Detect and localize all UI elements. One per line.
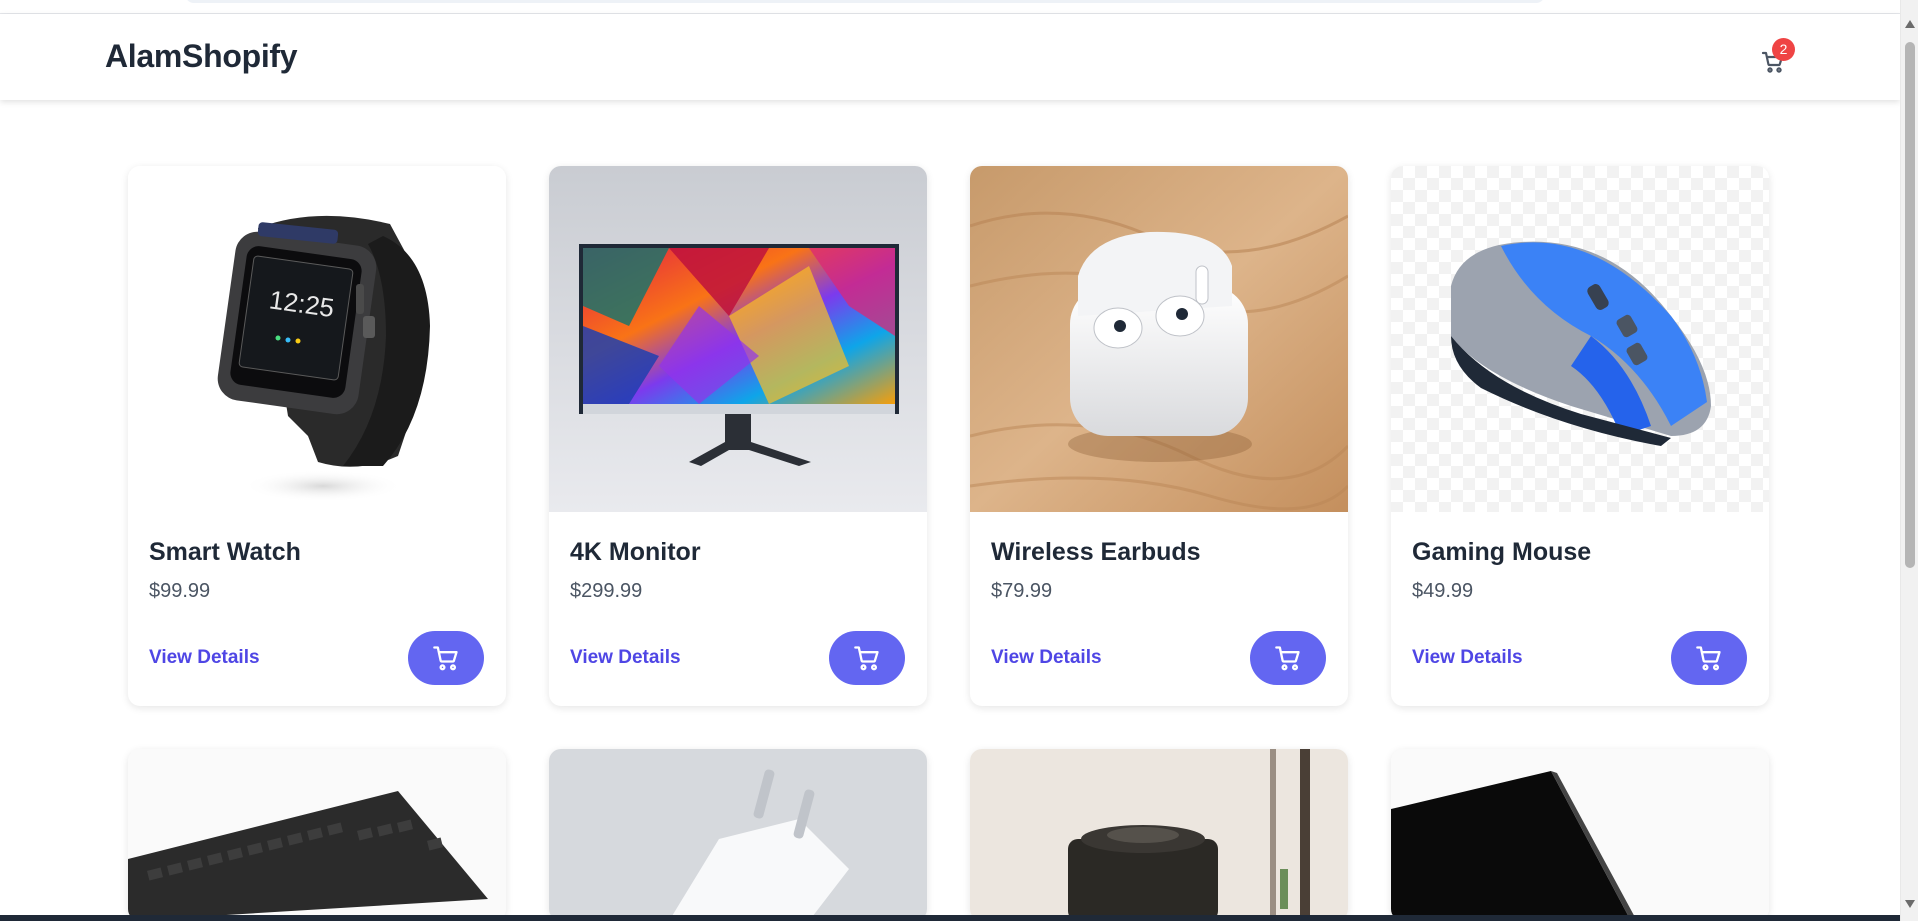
view-details-link[interactable]: View Details — [991, 647, 1102, 669]
add-to-cart-button[interactable] — [408, 631, 484, 685]
add-to-cart-button[interactable] — [829, 631, 905, 685]
mouse-image[interactable] — [1391, 166, 1769, 512]
vertical-scrollbar[interactable] — [1900, 0, 1918, 921]
scroll-up-arrow-icon[interactable] — [1905, 20, 1915, 28]
product-price: $79.99 — [991, 580, 1053, 602]
smart-watch-image[interactable]: 12:25 — [128, 166, 506, 512]
product-name[interactable]: 4K Monitor — [570, 538, 701, 567]
product-name[interactable]: Wireless Earbuds — [991, 538, 1201, 567]
earbuds-image[interactable] — [970, 166, 1348, 512]
product-price: $49.99 — [1412, 580, 1474, 602]
cart-icon — [433, 646, 458, 671]
navbar: AlamShopify 2 — [0, 14, 1900, 100]
charger-image[interactable] — [549, 749, 927, 921]
product-name[interactable]: Gaming Mouse — [1412, 538, 1591, 567]
browser-top-strip — [0, 0, 1900, 14]
keyboard-image[interactable] — [128, 749, 506, 921]
add-to-cart-button[interactable] — [1250, 631, 1326, 685]
product-card — [128, 749, 506, 921]
product-card — [970, 749, 1348, 921]
view-details-link[interactable]: View Details — [149, 647, 260, 669]
address-bar-edge — [185, 0, 1545, 3]
cart-button[interactable]: 2 — [1758, 38, 1795, 74]
scrollbar-thumb[interactable] — [1905, 42, 1915, 568]
add-to-cart-button[interactable] — [1671, 631, 1747, 685]
speaker-image[interactable] — [970, 749, 1348, 921]
cart-count-badge: 2 — [1772, 38, 1795, 61]
taskbar-edge — [0, 915, 1900, 921]
view-details-link[interactable]: View Details — [1412, 647, 1523, 669]
brand-logo[interactable]: AlamShopify — [105, 38, 298, 75]
cart-icon — [854, 646, 879, 671]
cart-icon — [1696, 646, 1721, 671]
product-card — [1391, 749, 1769, 921]
product-price: $299.99 — [570, 580, 643, 602]
product-card: Gaming Mouse $49.99 View Details — [1391, 166, 1769, 706]
product-price: $99.99 — [149, 580, 211, 602]
scroll-down-arrow-icon[interactable] — [1905, 900, 1915, 908]
product-card — [549, 749, 927, 921]
laptop-image[interactable] — [1391, 749, 1769, 921]
product-name[interactable]: Smart Watch — [149, 538, 301, 567]
cart-icon — [1275, 646, 1300, 671]
product-card: 4K Monitor $299.99 View Details — [549, 166, 927, 706]
product-card: Wireless Earbuds $79.99 View Details — [970, 166, 1348, 706]
product-card: 12:25 Smart Watch $99.99 View Details — [128, 166, 506, 706]
view-details-link[interactable]: View Details — [570, 647, 681, 669]
monitor-image[interactable] — [549, 166, 927, 512]
